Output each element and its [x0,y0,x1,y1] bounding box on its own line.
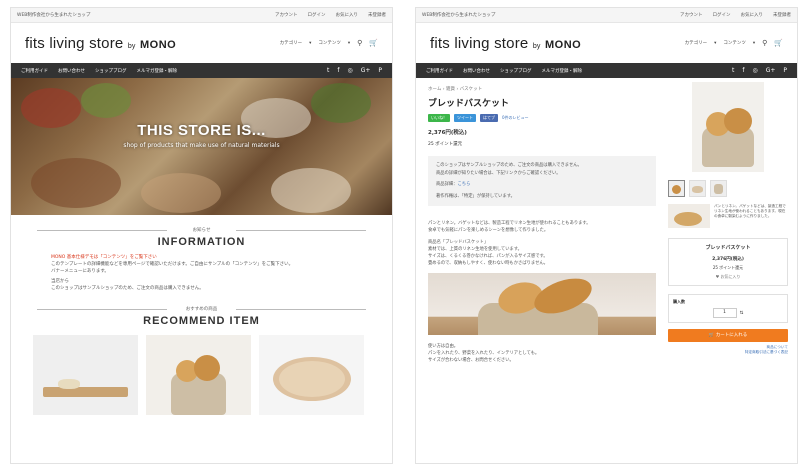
topbar: WEB制作会社から生まれたショップ アカウント ログイン お気に入り 未登録者 [416,8,797,23]
add-to-cart-button[interactable]: 🛒 カートに入れる [668,329,788,342]
nav-blog[interactable]: ショップブログ [500,68,532,74]
search-icon[interactable]: ⚲ [762,39,767,47]
category-menu[interactable]: カテゴリー [280,40,303,46]
quantity-stepper[interactable]: ⇅ [740,311,744,316]
product-title: ブレッドバスケット [428,99,510,109]
facebook-icon[interactable]: f [337,67,339,74]
main-nav: ご利用ガイド お問い合わせ ショップブログ メルマガ登録・解除 t f ◎ G+… [11,63,392,78]
search-icon[interactable]: ⚲ [357,39,362,47]
thumbnail-2[interactable] [689,180,706,197]
nav-blog[interactable]: ショップブログ [95,68,127,74]
instagram-icon[interactable]: ◎ [752,67,757,74]
login-link[interactable]: ログイン [713,12,731,18]
twitter-icon[interactable]: t [732,67,734,74]
nav-contact[interactable]: お問い合わせ [58,68,85,74]
instagram-icon[interactable]: ◎ [347,67,352,74]
account-link[interactable]: アカウント [680,12,703,18]
favorites-link[interactable]: お気に入り [336,12,359,18]
account-link[interactable]: アカウント [275,12,298,18]
hatena-button[interactable]: はてブ [480,114,498,122]
information-heading: お知らせ INFORMATION [11,227,392,248]
favorite-button[interactable]: ♥ お気に入り [673,274,783,280]
product-notes: 使い方は自由。 パンを入れたり、野菜を入れたり、インテリアとしても。 サイズが合… [428,344,540,363]
bread-basket-photo [428,273,656,335]
product-panel: WEB制作会社から生まれたショップ アカウント ログイン お気に入り 未登録者 … [415,7,798,464]
like-button[interactable]: いいね！ [428,114,450,122]
product-points: 25 ポイント還元 [428,142,463,147]
login-link[interactable]: ログイン [308,12,326,18]
google-plus-icon[interactable]: G+ [766,67,776,74]
tweet-button[interactable]: ツイート [454,114,476,122]
info-red-link[interactable]: MONO 基本仕様デモは「コンテンツ」をご覧下さい [51,254,352,261]
heart-icon: ♥ [715,274,720,279]
twitter-icon[interactable]: t [327,67,329,74]
product-main-image[interactable] [692,82,764,172]
nav-guide[interactable]: ご利用ガイド [21,68,48,74]
law-link[interactable]: 特定商取引法に基づく表記 [668,350,788,355]
thumbnail-3[interactable] [710,180,727,197]
pinterest-icon[interactable]: P [783,67,787,74]
topbar: WEB制作会社から生まれたショップ アカウント ログイン お気に入り 未登録者 [11,8,392,23]
caption-image [668,204,710,228]
share-buttons: いいね！ ツイート はてブ 0件のレビュー [428,114,656,122]
quantity-input[interactable]: 1 [712,308,737,318]
google-plus-icon[interactable]: G+ [361,67,371,74]
register-link[interactable]: 未登録者 [773,12,791,18]
site-logo[interactable]: fits living store by MONO [25,35,176,52]
site-logo[interactable]: fits living store by MONO [430,35,581,52]
cart-icon[interactable]: 🛒 [369,39,378,47]
recommend-item-board[interactable] [33,335,138,415]
notice-box: このショップはサンプルショップのため、ご注文の商品は購入できません。 商品の詳細… [428,156,656,206]
content-menu[interactable]: コンテンツ [723,40,746,46]
hero-subtitle: shop of products that make use of natura… [123,142,280,149]
main-nav: ご利用ガイド お問い合わせ ショップブログ メルマガ登録・解除 t f ◎ G+… [416,63,797,78]
site-header: fits living store by MONO カテゴリー ▾ コンテンツ ▾ … [25,34,378,52]
homepage-panel: WEB制作会社から生まれたショップ アカウント ログイン お気に入り 未登録者 … [10,7,393,464]
recommend-heading: おすすめの商品 RECOMMEND ITEM [11,306,392,327]
site-header: fits living store by MONO カテゴリー ▾ コンテンツ ▾ … [430,34,783,52]
review-link[interactable]: 0件のレビュー [502,115,529,121]
register-link[interactable]: 未登録者 [368,12,386,18]
thumbnail-1[interactable] [668,180,685,197]
topbar-text: WEB制作会社から生まれたショップ [17,13,91,18]
category-menu[interactable]: カテゴリー [685,40,708,46]
information-body: MONO 基本仕様デモは「コンテンツ」をご覧下さい このテンプレートの詳細機能な… [11,248,392,292]
nav-newsletter[interactable]: メルマガ登録・解除 [542,68,583,74]
nav-guide[interactable]: ご利用ガイド [426,68,453,74]
product-description: パンとリネン。バゲットなどは、製造工程でリネン生地が使われることもあります。 食卓… [428,221,591,266]
quantity-box: 購入数 1 ⇅ [668,294,788,323]
hero-title: THIS STORE IS... [137,122,266,139]
facebook-icon[interactable]: f [742,67,744,74]
cart-icon: 🛒 [708,333,715,338]
buy-box: ブレッドバスケット 2,376円(税込) 25 ポイント還元 ♥ お気に入り [668,238,788,286]
cart-icon[interactable]: 🛒 [774,39,783,47]
pinterest-icon[interactable]: P [378,67,382,74]
recommend-item-bread-basket[interactable] [146,335,251,415]
hero-banner: THIS STORE IS... shop of products that m… [11,78,392,215]
thumbnail-list [668,180,788,197]
side-caption: パンとリネン。パゲットなどは、製造工程でリネン生地が使われることもあります。現在… [668,204,788,228]
recommend-list [11,327,392,415]
content-menu[interactable]: コンテンツ [318,40,341,46]
topbar-text: WEB制作会社から生まれたショップ [422,13,496,18]
nav-newsletter[interactable]: メルマガ登録・解除 [137,68,178,74]
below-cart-links: 商品について 特定商取引法に基づく表記 [668,345,788,355]
recommend-item-wood-plate[interactable] [259,335,364,415]
favorites-link[interactable]: お気に入り [741,12,764,18]
product-price: 2,376円(税込) [428,130,467,136]
notice-link[interactable]: こちら [457,182,470,187]
nav-contact[interactable]: お問い合わせ [463,68,490,74]
